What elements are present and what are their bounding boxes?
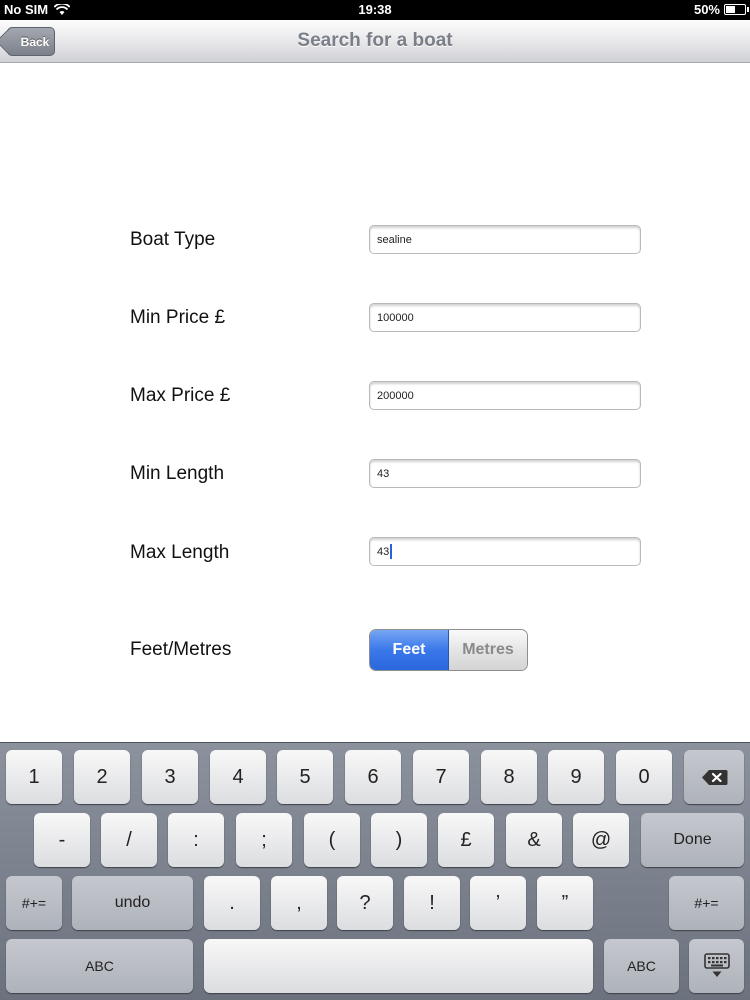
symbols-key-right[interactable]: #+= [669,876,744,930]
boat-type-value: sealine [377,233,412,246]
key-7[interactable]: 7 [413,750,469,804]
key-apostrophe[interactable]: ’ [470,876,526,930]
max-length-value: 43 [377,545,390,558]
boat-type-label: Boat Type [130,229,216,250]
min-price-label: Min Price £ [130,307,226,328]
clock: 19:38 [358,2,392,17]
dismiss-keyboard-key[interactable] [689,939,744,993]
key-semicolon[interactable]: ; [236,813,292,867]
key-pound[interactable]: £ [438,813,494,867]
keyboard: 1 2 3 4 5 6 7 8 9 0 - / : ; ( ) £ & @ Do… [0,742,750,1000]
key-comma[interactable]: , [271,876,327,930]
key-1[interactable]: 1 [6,750,62,804]
key-8[interactable]: 8 [481,750,537,804]
battery-fill [726,6,735,13]
symbols-key-left[interactable]: #+= [6,876,62,930]
key-5[interactable]: 5 [277,750,333,804]
delete-icon [701,769,727,785]
battery-percent: 50% [693,2,720,17]
battery-icon [724,4,749,15]
key-exclamation[interactable]: ! [404,876,460,930]
page-title: Search for a boat [297,30,453,51]
key-close-paren[interactable]: ) [371,813,427,867]
max-price-value: 200000 [377,389,414,402]
key-period[interactable]: . [204,876,260,930]
done-key[interactable]: Done [641,813,744,867]
battery-group: 50% [693,2,749,17]
key-9[interactable]: 9 [548,750,604,804]
max-price-field[interactable]: 200000 [369,381,641,410]
key-quote[interactable]: ” [537,876,593,930]
undo-key[interactable]: undo [72,876,193,930]
min-length-value: 43 [377,467,390,480]
delete-key[interactable] [684,750,744,804]
max-length-label: Max Length [130,542,230,563]
key-hyphen[interactable]: - [34,813,90,867]
text-cursor [390,544,393,559]
key-ampersand[interactable]: & [506,813,562,867]
abc-key-left[interactable]: ABC [6,939,193,993]
min-length-label: Min Length [130,463,225,484]
status-bar: No SIM 19:38 50% [0,0,750,20]
key-4[interactable]: 4 [210,750,266,804]
navigation-bar: Back Search for a boat [0,20,750,63]
max-price-label: Max Price £ [130,385,231,406]
min-length-field[interactable]: 43 [369,459,641,488]
max-length-field[interactable]: 43 [369,537,641,566]
boat-type-field[interactable]: sealine [369,225,641,254]
segment-feet[interactable]: Feet [370,630,449,670]
key-3[interactable]: 3 [142,750,198,804]
key-0[interactable]: 0 [616,750,672,804]
key-colon[interactable]: : [168,813,224,867]
segment-metres[interactable]: Metres [449,630,527,670]
key-at[interactable]: @ [573,813,629,867]
keyboard-dismiss-icon [703,953,730,977]
key-2[interactable]: 2 [74,750,130,804]
min-price-value: 100000 [377,311,414,324]
abc-key-right[interactable]: ABC [604,939,679,993]
units-label: Feet/Metres [130,639,232,660]
key-question[interactable]: ? [337,876,393,930]
key-open-paren[interactable]: ( [304,813,360,867]
units-segmented-control: Feet Metres [369,629,528,671]
key-slash[interactable]: / [101,813,157,867]
key-6[interactable]: 6 [345,750,401,804]
min-price-field[interactable]: 100000 [369,303,641,332]
space-key[interactable] [204,939,593,993]
